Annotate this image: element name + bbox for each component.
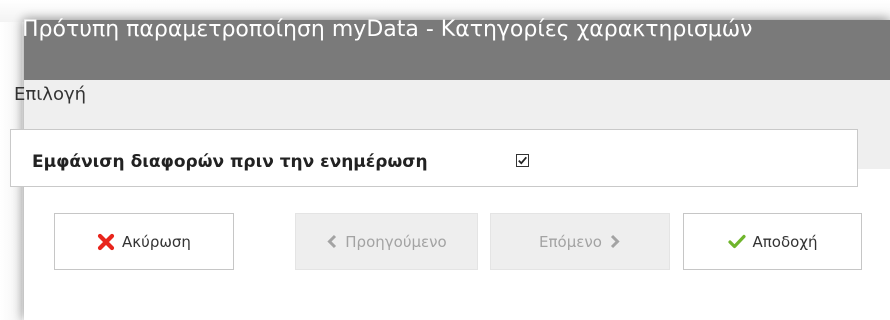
section-title: Επιλογή [14, 84, 87, 105]
accept-button-label: Αποδοχή [752, 232, 818, 251]
next-button-label: Επόμενο [539, 232, 602, 251]
chevron-right-icon [609, 234, 621, 249]
previous-button[interactable]: Προηγούμενο [295, 213, 478, 270]
next-button[interactable]: Επόμενο [490, 213, 670, 270]
check-icon [727, 234, 746, 249]
show-differences-checkbox[interactable] [516, 154, 529, 167]
chevron-left-icon [326, 234, 338, 249]
cancel-button[interactable]: Ακύρωση [54, 213, 234, 270]
accept-button[interactable]: Αποδοχή [683, 213, 862, 270]
show-differences-label[interactable]: Εμφάνιση διαφορών πριν την ενημέρωση [32, 152, 428, 172]
previous-button-label: Προηγούμενο [345, 232, 447, 251]
checkmark-icon [518, 156, 527, 165]
close-icon [97, 233, 115, 251]
cancel-button-label: Ακύρωση [122, 232, 191, 251]
dialog-title: Πρότυπη παραμετροποίηση myData - Κατηγορ… [22, 17, 753, 42]
